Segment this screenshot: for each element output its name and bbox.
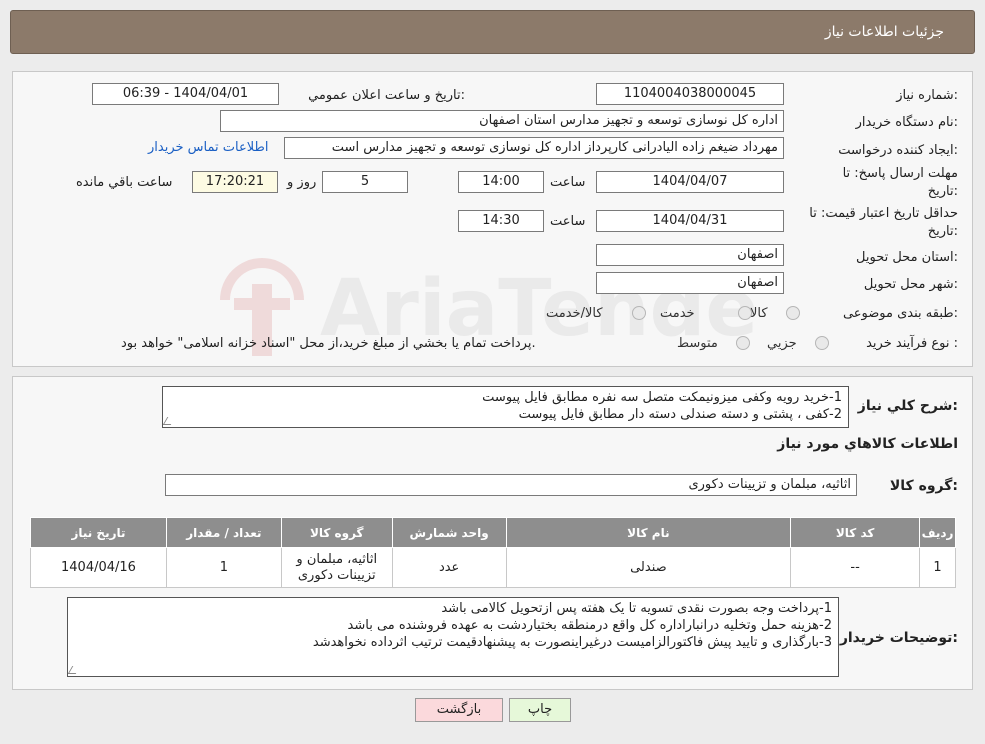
validity-label: حداقل تاريخ اعتبار قيمت: تا [809,206,958,221]
province-field: اصفهان [596,244,784,266]
buyer-org-label: نام دستگاه خريدار: [855,115,958,130]
need-summary-textarea[interactable]: 1-خرید رویه وکفی میزونیمکت متصل سه نفره … [162,386,849,428]
buyer-notes-label: توضيحات خريدار: [839,630,958,646]
validity-time-field: 14:30 [458,210,544,232]
process-minor-label: جزيي [767,336,797,351]
province-label: استان محل تحويل: [856,250,958,265]
buyer-note-line: 1-پرداخت وجه بصورت نقدی تسویه تا یک هفته… [441,601,832,616]
process-medium-label: متوسط [677,336,718,351]
validity-time-label: ساعت [550,214,586,229]
creator-field: مهرداد ضیغم زاده الیادرانی کارپرداز ادار… [284,137,784,159]
window-titlebar: جزئيات اطلاعات نياز [10,10,975,54]
cell-group-line2: تزیینات دکوری [297,567,376,583]
process-medium-radio[interactable] [736,336,750,350]
city-field: اصفهان [596,272,784,294]
days-label: روز و [287,175,317,190]
col-date: تاريخ نياز [30,517,167,548]
goods-table: رديف کد کالا نام کالا واحد شمارش گروه کا… [30,517,956,588]
deadline-label-date: تاريخ: [927,184,958,199]
cell-name: صندلی [505,547,792,588]
table-header-row: رديف کد کالا نام کالا واحد شمارش گروه کا… [30,517,956,548]
process-minor-radio[interactable] [815,336,829,350]
category-both-radio[interactable] [632,306,646,320]
goods-group-label: گروه کالا: [889,478,958,494]
col-row: رديف [919,517,956,548]
deadline-time-label: ساعت [550,175,586,190]
buyer-org-field: اداره کل نوسازی توسعه و تجهیز مدارس استا… [220,110,784,132]
buyer-note-line: 3-بارگذاری و تایید پیش فاکتورالزامیست در… [312,635,832,650]
process-type-label: نوع فرآيند خريد : [866,336,958,351]
cell-unit: عدد [391,547,507,588]
resize-grip-icon[interactable] [68,666,81,674]
need-summary-label: شرح کلي نياز: [857,398,958,414]
window-title: جزئيات اطلاعات نياز [824,24,944,40]
deadline-label: مهلت ارسال پاسخ: تا [842,166,958,181]
city-label: شهر محل تحويل: [863,277,958,292]
need-number-field: 1104004038000045 [596,83,784,105]
buyer-notes-textarea[interactable]: 1-پرداخت وجه بصورت نقدی تسویه تا یک هفته… [67,597,839,677]
col-group: گروه کالا [280,517,393,548]
deadline-date-field: 1404/04/07 [596,171,784,193]
category-label: طبقه بندی موضوعی: [842,306,958,321]
category-goods-label: کالا [750,306,768,321]
remaining-days-field: 5 [322,171,408,193]
table-row: 1 -- صندلی عدد اثاثیه، مبلمان و تزیینات … [30,547,956,588]
col-qty: تعداد / مقدار [165,517,282,548]
summary-line: 2-کفی ، پشتی و دسته صندلی دسته دار مطابق… [518,407,842,422]
cell-qty: 1 [165,547,282,588]
announce-field: 1404/04/01 - 06:39 [92,83,279,105]
print-button[interactable]: چاپ [509,698,571,722]
remaining-time-label: ساعت باقي مانده [76,175,173,190]
back-button[interactable]: بازگشت [415,698,503,722]
category-service-label: خدمت [660,306,695,321]
need-number-label: شماره نياز: [896,88,958,103]
remaining-time-field: 17:20:21 [192,171,278,193]
cell-date: 1404/04/16 [30,547,167,588]
goods-group-field: اثاثیه، مبلمان و تزیینات دکوری [165,474,857,496]
process-payment-note: پرداخت تمام يا بخشي از مبلغ خريد،از محل … [121,336,536,351]
announce-label: تاريخ و ساعت اعلان عمومي: [308,88,465,103]
category-service-radio[interactable] [738,306,752,320]
creator-label: ايجاد کننده درخواست: [838,143,958,158]
deadline-time-field: 14:00 [458,171,544,193]
buyer-contact-link[interactable]: اطلاعات تماس خريدار [148,140,268,155]
category-both-label: کالا/خدمت [546,306,603,321]
col-code: کد کالا [790,517,921,548]
cell-group: اثاثیه، مبلمان و تزیینات دکوری [280,547,393,588]
validity-label-date: تاريخ: [927,224,958,239]
cell-group-line1: اثاثیه، مبلمان و [296,551,378,567]
cell-code: -- [790,547,921,588]
summary-line: 1-خرید رویه وکفی میزونیمکت متصل سه نفره … [482,390,842,405]
goods-section-title: اطلاعات کالاهاي مورد نياز [777,436,958,452]
col-unit: واحد شمارش [391,517,507,548]
buyer-note-line: 2-هزینه حمل وتخلیه درانباراداره کل واقع … [347,618,832,633]
cell-row: 1 [919,547,956,588]
category-goods-radio[interactable] [786,306,800,320]
col-name: نام کالا [505,517,792,548]
validity-date-field: 1404/04/31 [596,210,784,232]
